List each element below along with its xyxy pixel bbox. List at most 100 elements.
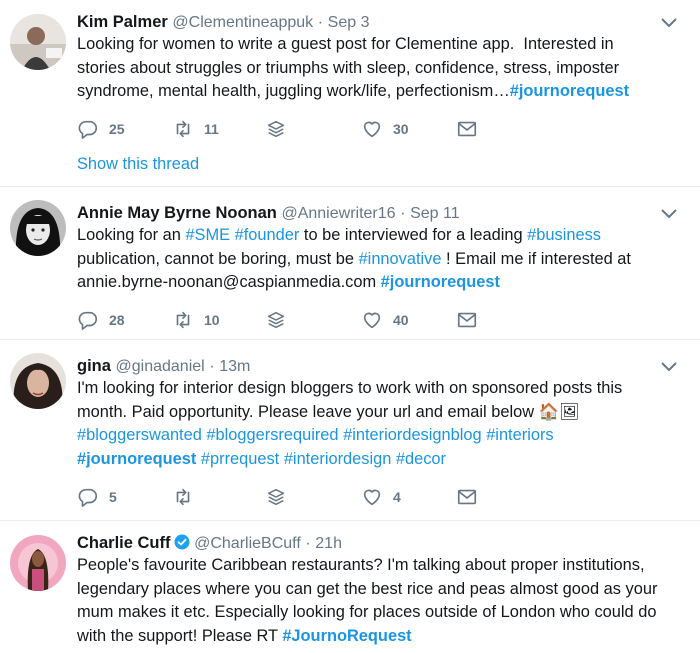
house-picture-emoji: 🏠🖼 <box>538 402 580 421</box>
tweet-text: Looking for women to write a guest post … <box>77 33 677 104</box>
reply-icon <box>78 120 98 139</box>
avatar[interactable] <box>10 200 66 256</box>
tweet[interactable]: Annie May Byrne Noonan @Anniewriter16 · … <box>0 187 700 340</box>
like-count: 4 <box>393 489 401 505</box>
like-count: 40 <box>393 312 409 328</box>
heart-icon <box>363 489 381 506</box>
retweet-button[interactable]: 10 <box>172 308 265 332</box>
reply-count: 25 <box>109 121 125 137</box>
display-name[interactable]: Annie May Byrne Noonan <box>77 204 277 222</box>
tweet-text-line: #journorequest #prrequest #interiordesig… <box>77 448 677 472</box>
like-button[interactable]: 30 <box>361 117 456 141</box>
chevron-down-icon[interactable] <box>660 17 678 29</box>
tweet-feed: Kim Palmer @Clementineappuk · Sep 3 Look… <box>0 0 700 653</box>
text-segment: stories about struggles or triumphs with… <box>77 58 620 77</box>
direct-message-button[interactable] <box>456 485 478 509</box>
tweet-header: gina @ginadaniel · 13m <box>77 355 677 377</box>
tweet-text: I'm looking for interior design bloggers… <box>77 377 677 471</box>
hashtag-link[interactable]: #business <box>527 226 601 244</box>
separator: · <box>400 205 406 222</box>
text-segment: legendary places where you can get the b… <box>77 579 658 598</box>
layers-icon <box>267 488 285 506</box>
layers-icon <box>267 311 285 329</box>
avatar[interactable] <box>10 353 66 409</box>
timestamp[interactable]: Sep 3 <box>328 14 370 31</box>
like-count: 30 <box>393 121 409 137</box>
text-segment: Looking for women to write a guest post … <box>77 35 614 53</box>
hashtag-link[interactable]: #interiordesign <box>284 450 392 468</box>
text-segment: annie.byrne-noonan@caspianmedia.com <box>77 273 381 292</box>
reply-button[interactable]: 25 <box>77 117 172 141</box>
chevron-down-icon[interactable] <box>660 208 678 220</box>
retweet-button[interactable]: 11 <box>172 117 265 141</box>
reply-count: 5 <box>109 489 117 505</box>
tweet-text-line: publication, cannot be boring, must be #… <box>77 248 677 272</box>
timestamp[interactable]: 21h <box>315 535 342 552</box>
tweet-header: Charlie Cuff @CharlieBCuff · 21h <box>77 532 677 554</box>
hashtag-link[interactable]: #founder <box>235 226 300 244</box>
tweet[interactable]: gina @ginadaniel · 13m I'm looking for i… <box>0 340 700 521</box>
hashtag-link[interactable]: #bloggerswanted <box>77 426 202 444</box>
tweet-text-line: Looking for women to write a guest post … <box>77 33 677 57</box>
display-name[interactable]: Kim Palmer <box>77 13 168 31</box>
show-thread-link[interactable]: Show this thread <box>77 155 199 174</box>
envelope-icon <box>457 121 477 137</box>
tweet-actions: 5 4 <box>77 485 478 509</box>
text-segment: to be interviewed for a leading <box>299 226 528 244</box>
chevron-down-icon[interactable] <box>660 361 678 373</box>
avatar[interactable] <box>10 14 66 70</box>
hashtag-link[interactable]: #bloggersrequired <box>206 426 338 444</box>
avatar[interactable] <box>10 535 66 591</box>
retweet-count: 10 <box>204 312 220 328</box>
tweet-text-line: Looking for an #SME #founder to be inter… <box>77 224 677 248</box>
timestamp[interactable]: Sep 11 <box>410 205 460 222</box>
text-segment: Looking for an <box>77 226 186 244</box>
tweet-header: Annie May Byrne Noonan @Anniewriter16 · … <box>77 202 677 224</box>
hashtag-link[interactable]: #journorequest <box>77 450 196 468</box>
layers-icon <box>267 120 285 138</box>
direct-message-button[interactable] <box>456 308 478 332</box>
separator: · <box>209 358 215 375</box>
buffer-button[interactable] <box>265 117 361 141</box>
hashtag-link[interactable]: #SME <box>185 226 230 244</box>
like-button[interactable]: 40 <box>361 308 456 332</box>
hashtag-link[interactable]: #prrequest <box>201 450 279 468</box>
tweet-text-line: #bloggerswanted #bloggersrequired #inter… <box>77 424 677 448</box>
tweet-text: Looking for an #SME #founder to be inter… <box>77 224 677 295</box>
buffer-button[interactable] <box>265 308 361 332</box>
envelope-icon <box>457 489 477 505</box>
tweet-actions: 25 11 30 <box>77 117 478 141</box>
tweet-text-line: month. Paid opportunity. Please leave yo… <box>77 401 677 425</box>
timestamp[interactable]: 13m <box>219 358 250 375</box>
username[interactable]: @Clementineappuk <box>172 14 313 31</box>
reply-button[interactable]: 28 <box>77 308 172 332</box>
direct-message-button[interactable] <box>456 117 478 141</box>
tweet-header: Kim Palmer @Clementineappuk · Sep 3 <box>77 11 677 33</box>
display-name[interactable]: gina <box>77 357 111 375</box>
username[interactable]: @Anniewriter16 <box>281 205 395 222</box>
reply-icon <box>78 311 98 330</box>
like-button[interactable]: 4 <box>361 485 456 509</box>
hashtag-link[interactable]: #journorequest <box>381 273 500 291</box>
hashtag-link[interactable]: #journorequest <box>510 82 629 100</box>
hashtag-link[interactable]: #decor <box>396 450 446 468</box>
tweet[interactable]: Charlie Cuff @CharlieBCuff · 21h People'… <box>0 521 700 653</box>
display-name[interactable]: Charlie Cuff <box>77 534 171 552</box>
hashtag-link[interactable]: #interiordesignblog <box>343 426 482 444</box>
buffer-button[interactable] <box>265 485 361 509</box>
hashtag-link[interactable]: #innovative <box>359 250 442 268</box>
username[interactable]: @CharlieBCuff <box>194 535 301 552</box>
reply-button[interactable]: 5 <box>77 485 172 509</box>
heart-icon <box>363 312 381 329</box>
tweet[interactable]: Kim Palmer @Clementineappuk · Sep 3 Look… <box>0 0 700 187</box>
tweet-text-line: stories about struggles or triumphs with… <box>77 57 677 81</box>
text-segment: I'm looking for interior design bloggers… <box>77 379 623 397</box>
tweet-text-line: legendary places where you can get the b… <box>77 578 677 602</box>
retweet-count: 11 <box>204 121 219 137</box>
text-segment: month. Paid opportunity. Please leave yo… <box>77 402 539 421</box>
hashtag-link[interactable]: #interiors <box>486 426 553 444</box>
hashtag-link[interactable]: #JournoRequest <box>282 627 411 645</box>
username[interactable]: @ginadaniel <box>116 358 205 375</box>
retweet-button[interactable] <box>172 485 265 509</box>
tweet-actions: 28 10 40 <box>77 308 478 332</box>
